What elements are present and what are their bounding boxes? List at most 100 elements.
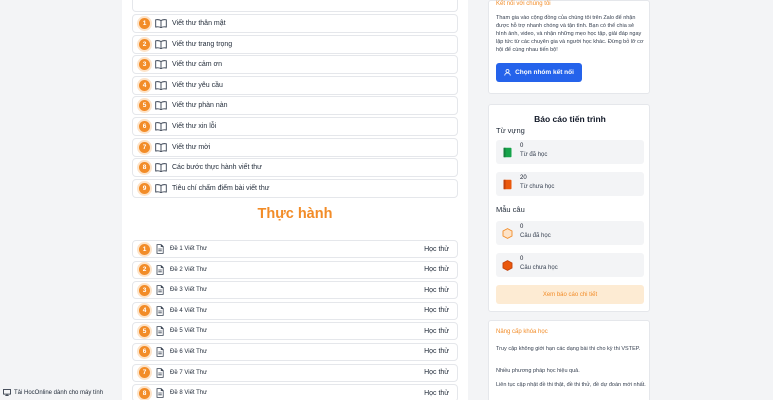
vocab-learned-stat: 0 Từ đã học	[496, 140, 644, 164]
view-detail-report-button[interactable]: Xem báo cáo chi tiết	[496, 285, 644, 304]
orange-book-icon	[503, 179, 512, 190]
sentence-learned-value: 0	[520, 224, 524, 230]
document-icon	[156, 264, 164, 275]
sentence-heading: Mẫu câu	[496, 205, 525, 214]
sentence-learned-label: Câu đã học	[520, 233, 551, 239]
upgrade-course-card: Nâng cấp khóa học Truy cập không giới hạ…	[488, 320, 650, 400]
try-button[interactable]: Học thử	[424, 369, 449, 376]
practice-number-badge: 7	[139, 367, 150, 379]
vocab-unlearned-value: 20	[520, 175, 527, 181]
progress-report-card: Báo cáo tiến trình Từ vựng 0 Từ đã học 2…	[488, 104, 650, 312]
upgrade-benefit-1: Truy cập không giới hạn các dạng bài thi…	[496, 346, 641, 352]
lesson-title: Viết thư phàn nàn	[172, 102, 228, 110]
document-icon	[156, 326, 164, 337]
book-icon	[155, 80, 167, 90]
practice-item[interactable]: 2 Đề 2 Viết Thư Học thử	[132, 260, 458, 279]
practice-number-badge: 4	[139, 305, 150, 317]
lesson-item[interactable]: 4 Viết thư yêu cầu	[132, 75, 458, 95]
practice-item[interactable]: 5 Đề 5 Viết Thư Học thử	[132, 322, 458, 341]
try-button[interactable]: Học thử	[424, 287, 449, 294]
practice-item[interactable]: 1 Đề 1 Viết Thư Học thử	[132, 240, 458, 258]
practice-number-badge: 2	[139, 264, 150, 276]
practice-number-badge: 1	[139, 243, 150, 255]
lesson-number-badge: 7	[139, 141, 150, 153]
green-book-icon	[503, 147, 512, 158]
lesson-number-badge: 4	[139, 79, 150, 91]
lesson-list: 1 Viết thư thân mật 2 Viết thư trang trọ…	[132, 14, 458, 199]
practice-item[interactable]: 8 Đề 8 Viết Thư Học thử	[132, 384, 458, 400]
lesson-title: Viết thư xin lỗi	[172, 122, 217, 130]
desktop-download-link[interactable]: Tải HocOnline dành cho máy tính	[3, 389, 103, 396]
document-icon	[156, 388, 164, 398]
lesson-item[interactable]: 2 Viết thư trang trọng	[132, 34, 458, 54]
upgrade-benefit-2: Nhiều phương pháp học hiệu quả.	[496, 368, 580, 374]
hexagon-outline-icon	[502, 228, 513, 239]
join-card-title: Kết nối với chúng tôi	[496, 1, 551, 7]
practice-title: Đề 5 Viết Thư	[170, 328, 208, 335]
user-icon	[504, 69, 511, 76]
upgrade-benefit-3: Liên tục cập nhật đề thi thật, đề thi th…	[496, 382, 646, 388]
lesson-title: Các bước thực hành viết thư	[172, 164, 262, 172]
book-icon	[155, 163, 167, 173]
document-icon	[156, 367, 164, 378]
document-icon	[156, 347, 164, 357]
hexagon-filled-icon	[502, 260, 513, 271]
lesson-item[interactable]: 3 Viết thư cảm ơn	[132, 55, 458, 75]
book-icon	[155, 122, 167, 131]
try-button[interactable]: Học thử	[424, 390, 449, 397]
practice-section-title: Thực hành	[257, 206, 333, 222]
practice-title: Đề 8 Viết Thư	[170, 390, 208, 397]
practice-number-badge: 6	[139, 346, 150, 358]
practice-item[interactable]: 6 Đề 6 Viết Thư Học thử	[132, 342, 458, 361]
practice-number-badge: 8	[139, 387, 150, 399]
lesson-item[interactable]: 1 Viết thư thân mật	[132, 14, 458, 33]
practice-title: Đề 4 Viết Thư	[170, 307, 208, 314]
book-icon	[155, 39, 167, 49]
vocab-heading: Từ vựng	[496, 126, 525, 135]
lesson-title: Viết thư cảm ơn	[172, 61, 223, 69]
join-community-card: Kết nối với chúng tôi Tham gia vào cộng …	[488, 0, 650, 94]
sentence-unlearned-stat: 0 Câu chưa học	[496, 253, 644, 277]
lesson-title: Viết thư mời	[172, 143, 211, 151]
lesson-item[interactable]: 7 Viết thư mời	[132, 137, 458, 157]
lesson-number-badge: 2	[139, 38, 150, 50]
lesson-item[interactable]: 8 Các bước thực hành viết thư	[132, 158, 458, 178]
vocab-unlearned-label: Từ chưa học	[520, 184, 555, 190]
practice-title: Đề 6 Viết Thư	[170, 348, 208, 355]
choose-group-button[interactable]: Chọn nhóm kết nối	[496, 63, 582, 82]
book-icon	[155, 101, 167, 111]
lesson-item[interactable]: 9 Tiêu chí chấm điểm bài viết thư	[132, 178, 458, 198]
lesson-title: Viết thư trang trọng	[172, 40, 233, 48]
book-icon	[155, 142, 167, 152]
practice-number-badge: 5	[139, 325, 150, 337]
upgrade-card-title: Nâng cấp khóa học	[496, 329, 548, 335]
join-card-text: Tham gia vào cộng đồng của chúng tôi trê…	[496, 15, 644, 53]
lesson-panel: 1 Viết thư thân mật 2 Viết thư trang trọ…	[122, 0, 468, 400]
practice-item[interactable]: 4 Đề 4 Viết Thư Học thử	[132, 301, 458, 320]
lesson-item[interactable]: 6 Viết thư xin lỗi	[132, 116, 458, 136]
sentence-learned-stat: 0 Câu đã học	[496, 221, 644, 245]
practice-title: Đề 1 Viết Thư	[170, 246, 208, 252]
lesson-number-badge: 8	[139, 162, 150, 174]
book-icon	[155, 183, 167, 193]
try-button[interactable]: Học thử	[424, 307, 449, 314]
practice-item[interactable]: 3 Đề 3 Viết Thư Học thử	[132, 281, 458, 300]
try-button[interactable]: Học thử	[424, 348, 449, 355]
practice-title: Đề 7 Viết Thư	[170, 369, 208, 376]
try-button[interactable]: Học thử	[424, 328, 449, 335]
lesson-number-badge: 1	[139, 18, 150, 29]
lesson-number-badge: 6	[139, 120, 150, 132]
vocab-unlearned-stat: 20 Từ chưa học	[496, 172, 644, 196]
vocab-learned-value: 0	[520, 143, 524, 149]
desktop-download-label: Tải HocOnline dành cho máy tính	[14, 389, 104, 396]
book-icon	[155, 60, 167, 70]
lesson-title: Viết thư yêu cầu	[172, 81, 223, 89]
book-icon	[155, 19, 167, 28]
lesson-item[interactable]: 5 Viết thư phàn nàn	[132, 96, 458, 116]
try-button[interactable]: Học thử	[424, 246, 449, 253]
sentence-unlearned-label: Câu chưa học	[520, 265, 558, 271]
choose-group-label: Chọn nhóm kết nối	[515, 69, 574, 76]
try-button[interactable]: Học thử	[424, 266, 449, 273]
lesson-number-badge: 5	[139, 100, 150, 112]
practice-item[interactable]: 7 Đề 7 Viết Thư Học thử	[132, 363, 458, 382]
